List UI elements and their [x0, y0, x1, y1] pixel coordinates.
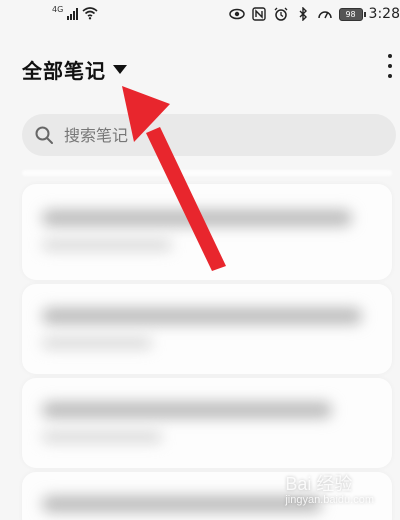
note-meta-blurred [42, 240, 172, 250]
search-input[interactable] [62, 124, 346, 146]
notes-app-screen: 4G 98 3:28 全部笔记 搜索笔记 Bai 经验 jingyan.baid… [0, 0, 400, 520]
caret-down-icon [113, 65, 127, 74]
wifi-icon [82, 7, 98, 20]
bluetooth-icon [299, 7, 307, 21]
status-bar: 4G 98 3:28 [0, 0, 400, 34]
status-left: 4G [52, 5, 98, 20]
battery-icon: 98 [338, 7, 366, 21]
status-right: 98 3:28 [228, 6, 400, 22]
note-card[interactable] [22, 378, 392, 468]
notes-filter-dropdown[interactable]: 全部笔记 [22, 55, 127, 84]
watermark: Bai 经验 jingyan.baidu.com [285, 470, 374, 506]
signal-icon [67, 8, 79, 20]
more-options-button[interactable] [386, 54, 394, 78]
note-title-blurred [42, 496, 322, 512]
search-bar[interactable] [22, 114, 396, 156]
alarm-icon [274, 7, 288, 21]
note-title-blurred [42, 210, 352, 226]
eye-icon [228, 8, 245, 20]
note-card[interactable] [22, 184, 392, 280]
note-meta-blurred [42, 338, 152, 348]
watermark-sub: jingyan.baidu.com [285, 494, 374, 506]
network-type: 4G [52, 5, 64, 14]
note-title-blurred [42, 308, 362, 324]
clock: 3:28 [368, 6, 400, 22]
dot-icon [388, 54, 392, 58]
list-top-edge [22, 170, 392, 176]
dot-icon [388, 74, 392, 78]
note-title-blurred [42, 402, 332, 418]
search-icon [35, 126, 53, 144]
nfc-icon [251, 7, 266, 21]
watermark-text: Bai 经验 [285, 474, 353, 494]
dot-icon [388, 64, 392, 68]
page-title: 全部笔记 [22, 59, 106, 83]
speed-icon [317, 11, 332, 19]
note-card[interactable] [22, 284, 392, 374]
note-meta-blurred [42, 432, 162, 442]
